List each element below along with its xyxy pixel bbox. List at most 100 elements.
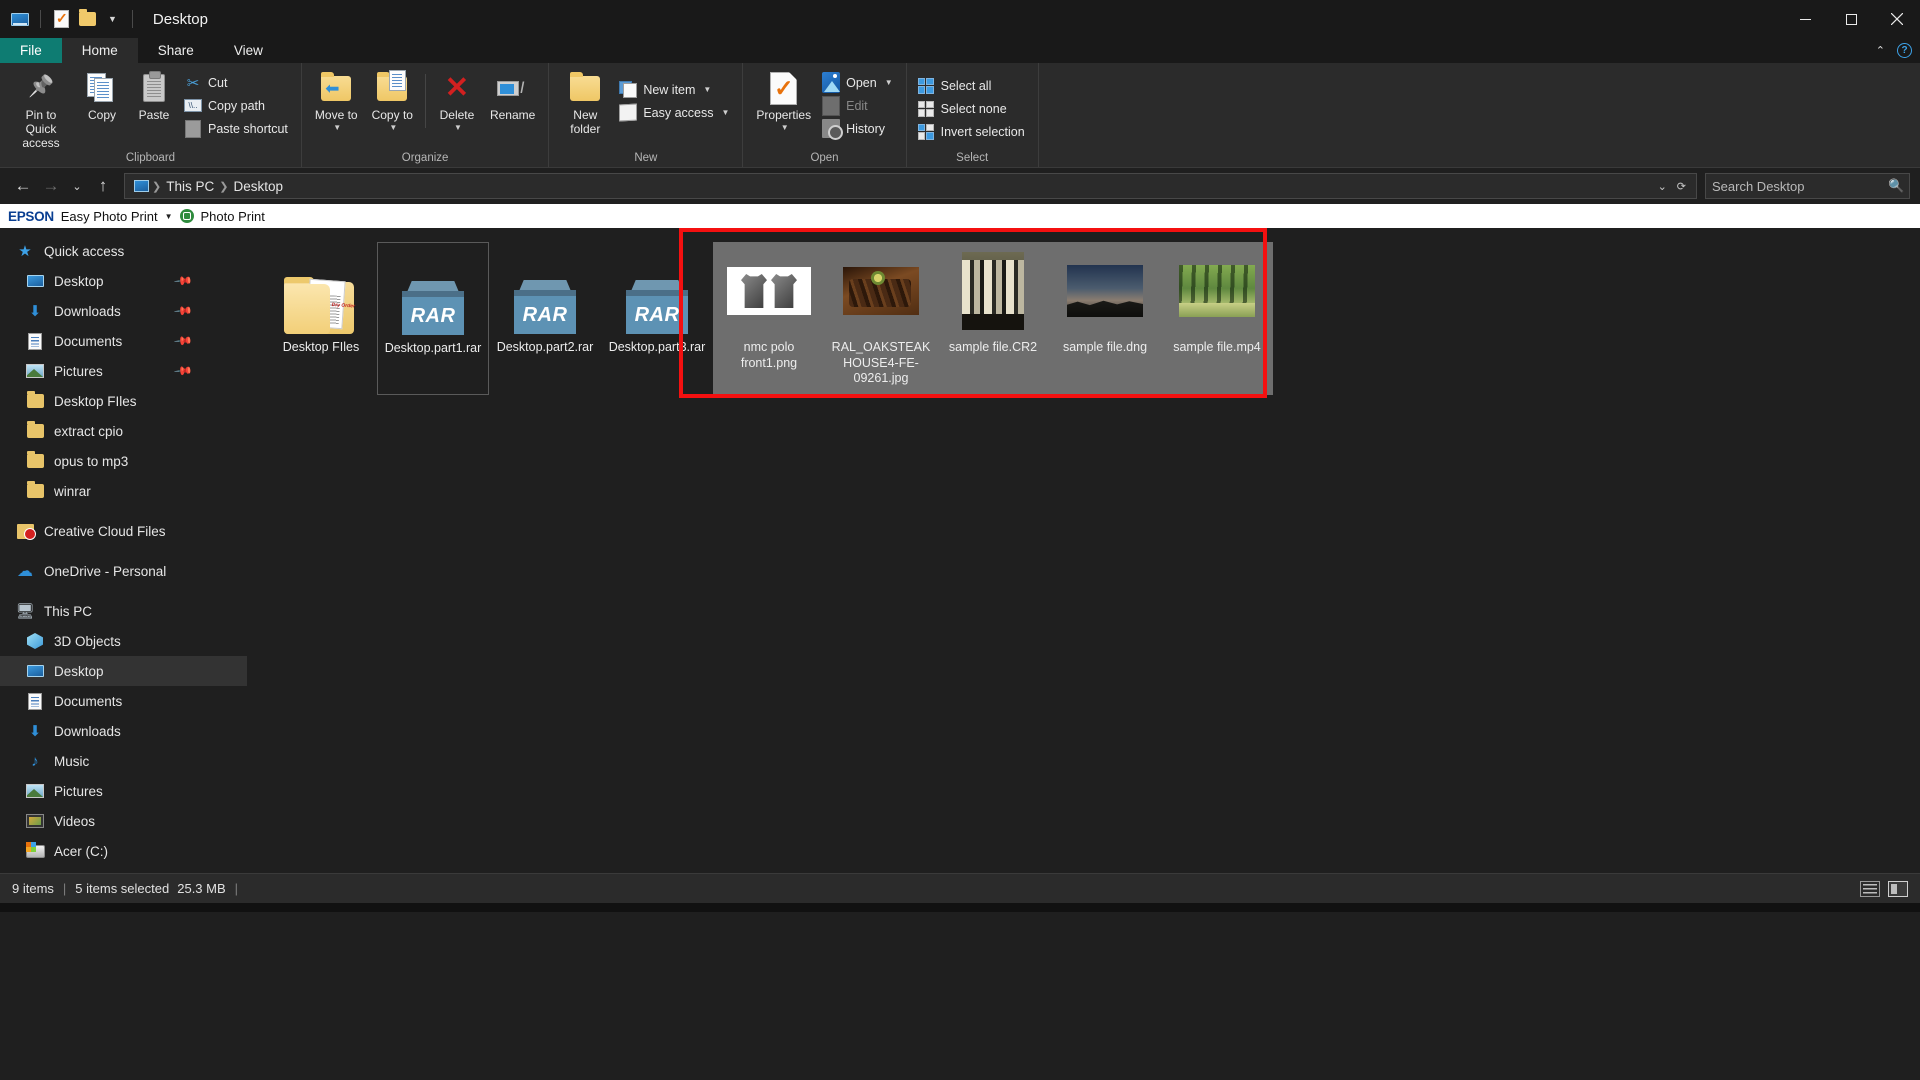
breadcrumb-desktop[interactable]: Desktop <box>228 179 288 194</box>
sidebar-item-this-pc[interactable]: 🖥 This PC <box>0 596 247 626</box>
file-list-view[interactable]: Invoice : Dry Order Desktop FIles RAR De… <box>247 228 1920 873</box>
paste-button[interactable]: Paste <box>128 66 180 125</box>
sidebar-item-opus-to-mp3[interactable]: opus to mp3 <box>0 446 247 476</box>
new-item-caret-icon[interactable]: ▼ <box>703 85 711 94</box>
easy-access-button[interactable]: Easy access ▼ <box>615 101 736 124</box>
move-to-button[interactable]: ⬅ Move to ▼ <box>308 66 365 134</box>
sidebar-item-winrar[interactable]: winrar <box>0 476 247 506</box>
epson-easy-photo-print-menu[interactable]: Easy Photo Print <box>61 209 158 224</box>
edit-button[interactable]: Edit <box>818 94 900 117</box>
file-item-desktop-files[interactable]: Invoice : Dry Order Desktop FIles <box>265 242 377 395</box>
up-arrow-icon[interactable]: ↑ <box>90 173 116 199</box>
forward-arrow-icon[interactable]: → <box>38 173 64 199</box>
invert-selection-button[interactable]: Invert selection <box>913 120 1032 143</box>
sidebar-item-documents-qa[interactable]: Documents 📌 <box>0 326 247 356</box>
tab-view[interactable]: View <box>214 38 283 63</box>
sidebar-item-downloads[interactable]: ⬇ Downloads <box>0 716 247 746</box>
monitor-icon[interactable] <box>10 10 29 29</box>
file-item-desktop-part2[interactable]: RAR Desktop.part2.rar <box>489 242 601 395</box>
delete-caret-icon[interactable]: ▼ <box>454 123 462 132</box>
minimize-icon[interactable] <box>1782 0 1828 38</box>
new-folder-icon[interactable] <box>78 9 97 29</box>
file-item-desktop-part1[interactable]: RAR Desktop.part1.rar <box>377 242 489 395</box>
copy-path-icon: \\.. <box>184 97 202 115</box>
details-view-icon[interactable] <box>1860 880 1880 897</box>
sidebar-item-music[interactable]: ♪ Music <box>0 746 247 776</box>
pin-icon[interactable]: 📌 <box>173 361 193 381</box>
dropdown-caret-icon[interactable]: ▼ <box>165 212 173 221</box>
tab-share[interactable]: Share <box>138 38 214 63</box>
pin-to-quick-access-button[interactable]: Pin to Quick access <box>6 66 76 152</box>
back-arrow-icon[interactable]: ← <box>10 173 36 199</box>
sidebar-item-3d-objects[interactable]: 3D Objects <box>0 626 247 656</box>
sidebar-item-downloads-qa[interactable]: ⬇ Downloads 📌 <box>0 296 247 326</box>
window-title: Desktop <box>152 10 208 28</box>
file-item-nmc-polo-front1[interactable]: nmc polo front1.png <box>713 242 825 395</box>
close-icon[interactable] <box>1874 0 1920 38</box>
new-folder-button[interactable]: New folder <box>555 66 615 139</box>
delete-button[interactable]: ✕ Delete ▼ <box>431 66 483 134</box>
search-input[interactable] <box>1712 178 1888 194</box>
history-icon <box>822 119 844 140</box>
sidebar-item-desktop-files[interactable]: Desktop FIles <box>0 386 247 416</box>
select-all-button[interactable]: Select all <box>913 74 1032 97</box>
pin-icon[interactable]: 📌 <box>173 271 193 291</box>
sidebar-item-extract-cpio[interactable]: extract cpio <box>0 416 247 446</box>
cut-button[interactable]: ✂ Cut <box>180 71 295 94</box>
rename-button[interactable]: I Rename <box>483 66 542 125</box>
copy-to-caret-icon[interactable]: ▼ <box>389 123 397 132</box>
open-caret-icon[interactable]: ▼ <box>885 78 893 87</box>
copy-to-button[interactable]: Copy to ▼ <box>365 66 420 134</box>
tab-home[interactable]: Home <box>61 38 138 63</box>
properties-icon[interactable] <box>52 10 71 29</box>
file-item-sample-file-dng[interactable]: sample file.dng <box>1049 242 1161 395</box>
recent-locations-icon[interactable]: ⌄ <box>66 173 88 199</box>
sidebar-item-onedrive-personal[interactable]: ☁ OneDrive - Personal <box>0 556 247 586</box>
copy-path-button[interactable]: \\.. Copy path <box>180 94 295 117</box>
open-label: Open <box>846 75 877 90</box>
customize-qat-caret-icon[interactable]: ▼ <box>104 14 121 24</box>
sidebar-item-desktop-qa[interactable]: Desktop 📌 <box>0 266 247 296</box>
collapse-ribbon-icon[interactable]: ⌃ <box>1876 44 1885 57</box>
file-item-sample-file-cr2[interactable]: sample file.CR2 <box>937 242 1049 395</box>
large-icons-view-icon[interactable] <box>1888 880 1908 897</box>
history-button[interactable]: History <box>818 117 900 140</box>
breadcrumb[interactable]: ❯ This PC ❯ Desktop ⌄ ⟳ <box>124 173 1697 199</box>
pin-icon[interactable]: 📌 <box>173 301 193 321</box>
file-item-desktop-part3[interactable]: RAR Desktop.part3.rar <box>601 242 713 395</box>
address-dropdown-icon[interactable]: ⌄ <box>1658 180 1667 193</box>
breadcrumb-separator-1: ❯ <box>152 180 162 193</box>
properties-caret-icon[interactable]: ▼ <box>781 123 789 132</box>
breadcrumb-this-pc[interactable]: This PC <box>161 179 219 194</box>
epson-photo-print-button[interactable]: Photo Print <box>201 209 265 224</box>
epson-photo-print-icon[interactable] <box>179 209 194 223</box>
easy-access-caret-icon[interactable]: ▼ <box>721 108 729 117</box>
copy-button[interactable]: Copy <box>76 66 128 125</box>
file-item-sample-file-mp4[interactable]: sample file.mp4 <box>1161 242 1273 395</box>
sidebar-item-pictures-qa[interactable]: Pictures 📌 <box>0 356 247 386</box>
help-icon[interactable]: ? <box>1897 43 1912 58</box>
sidebar-item-data-d[interactable]: Data (D:) <box>0 866 247 873</box>
file-item-ral-oaksteakhouse[interactable]: RAL_OAKSTEAKHOUSE4-FE-09261.jpg <box>825 242 937 395</box>
select-none-button[interactable]: Select none <box>913 97 1032 120</box>
organize-divider <box>424 74 426 128</box>
new-item-button[interactable]: New item ▼ <box>615 78 736 101</box>
sidebar-item-documents[interactable]: Documents <box>0 686 247 716</box>
ribbon-group-new: New folder New item ▼ Easy access ▼ New <box>549 63 744 167</box>
sidebar-item-desktop[interactable]: Desktop <box>0 656 247 686</box>
tab-file[interactable]: File <box>0 38 62 63</box>
sidebar-item-quick-access[interactable]: ★ Quick access <box>0 236 247 266</box>
maximize-icon[interactable] <box>1828 0 1874 38</box>
sidebar-item-videos[interactable]: Videos <box>0 806 247 836</box>
pin-icon[interactable]: 📌 <box>173 331 193 351</box>
sidebar-item-creative-cloud-files[interactable]: Creative Cloud Files <box>0 516 247 546</box>
sidebar-item-acer-c[interactable]: Acer (C:) <box>0 836 247 866</box>
search-box[interactable]: 🔍 <box>1705 173 1910 199</box>
paste-shortcut-button[interactable]: Paste shortcut <box>180 117 295 140</box>
search-icon[interactable]: 🔍 <box>1888 178 1904 194</box>
move-to-caret-icon[interactable]: ▼ <box>333 123 341 132</box>
properties-button[interactable]: Properties ▼ <box>749 66 818 134</box>
refresh-icon[interactable]: ⟳ <box>1677 180 1686 193</box>
sidebar-item-pictures[interactable]: Pictures <box>0 776 247 806</box>
open-button[interactable]: Open ▼ <box>818 71 900 94</box>
